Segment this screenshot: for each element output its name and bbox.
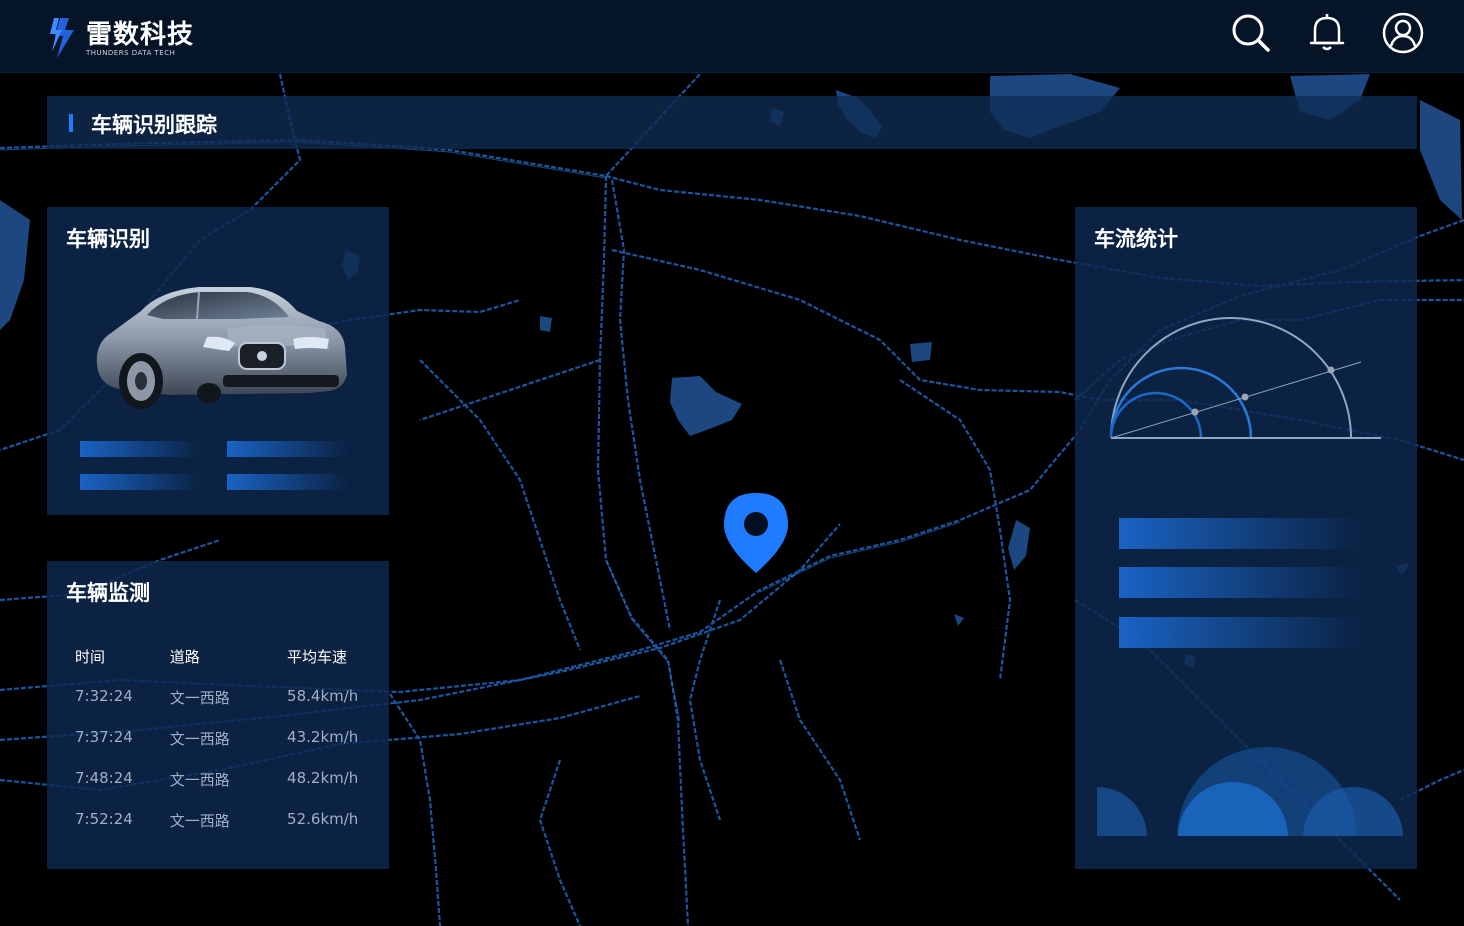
page-title-bar: 车辆识别跟踪 [47,96,1417,149]
search-button[interactable] [1230,14,1272,56]
map-pin-icon[interactable] [722,491,790,579]
traffic-bar-1 [1119,518,1363,549]
table-row[interactable]: 7:48:24 文一西路 48.2km/h [75,769,375,810]
recognition-bar-3 [80,474,202,490]
title-accent-bar [69,114,73,132]
cell-time: 7:48:24 [75,769,133,787]
monitoring-table: 时间 道路 平均车速 7:32:24 文一西路 58.4km/h 7:37:24… [75,646,375,851]
cell-road: 文一西路 [169,689,230,707]
gauge-pointer [1110,361,1362,439]
user-icon [1382,12,1424,58]
vehicle-monitoring-title: 车辆监测 [66,581,150,605]
cell-road: 文一西路 [169,730,230,748]
cell-time: 7:37:24 [75,728,133,746]
table-header: 时间 道路 平均车速 [75,646,375,687]
user-button[interactable] [1382,12,1424,58]
radar-gauge-chart [1109,317,1381,439]
cell-speed: 52.6km/h [287,810,359,828]
car-image [96,287,348,409]
table-row[interactable]: 7:32:24 文一西路 58.4km/h [75,687,375,728]
cell-road: 文一西路 [169,771,230,789]
cell-speed: 48.2km/h [287,769,359,787]
lightning-icon [44,16,78,62]
vehicle-recognition-title: 车辆识别 [66,227,150,251]
gauge-arc-inner [1109,391,1203,439]
traffic-bar-3 [1119,617,1363,648]
table-row[interactable]: 7:52:24 文一西路 52.6km/h [75,810,375,851]
search-icon [1231,13,1271,57]
cell-speed: 43.2km/h [287,728,359,746]
vehicle-recognition-panel: 车辆识别 [47,207,389,515]
traffic-stats-panel: 车流统计 [1075,207,1417,869]
brand-subtitle: THUNDERS DATA TECH [86,48,176,57]
gauge-dot-2 [1241,393,1249,401]
vehicle-monitoring-panel: 车辆监测 时间 道路 平均车速 7:32:24 文一西路 58.4km/h 7:… [47,561,389,869]
cell-speed: 58.4km/h [287,687,359,705]
cell-road: 文一西路 [169,812,230,830]
table-row[interactable]: 7:37:24 文一西路 43.2km/h [75,728,375,769]
recognition-bar-2 [227,441,349,457]
column-header-time: 时间 [75,648,106,666]
bubble-left [1097,787,1147,836]
page-title: 车辆识别跟踪 [91,113,217,137]
top-bar: 雷数科技 THUNDERS DATA TECH [0,0,1464,73]
column-header-speed: 平均车速 [287,648,348,666]
traffic-stats-title: 车流统计 [1094,227,1178,251]
brand-logo[interactable]: 雷数科技 THUNDERS DATA TECH [44,16,194,62]
recognition-bar-4 [227,474,349,490]
gauge-dot-1 [1191,408,1199,416]
cell-time: 7:52:24 [75,810,133,828]
traffic-bar-2 [1119,567,1363,598]
bubble-chart [1097,747,1403,836]
bell-icon [1309,13,1345,57]
recognition-bar-1 [80,441,202,457]
gauge-dot-3 [1327,366,1335,374]
brand-name: 雷数科技 [86,19,195,50]
cell-time: 7:32:24 [75,687,133,705]
notification-button[interactable] [1306,14,1348,56]
gauge-arc-middle [1109,366,1253,439]
column-header-road: 道路 [169,648,200,666]
